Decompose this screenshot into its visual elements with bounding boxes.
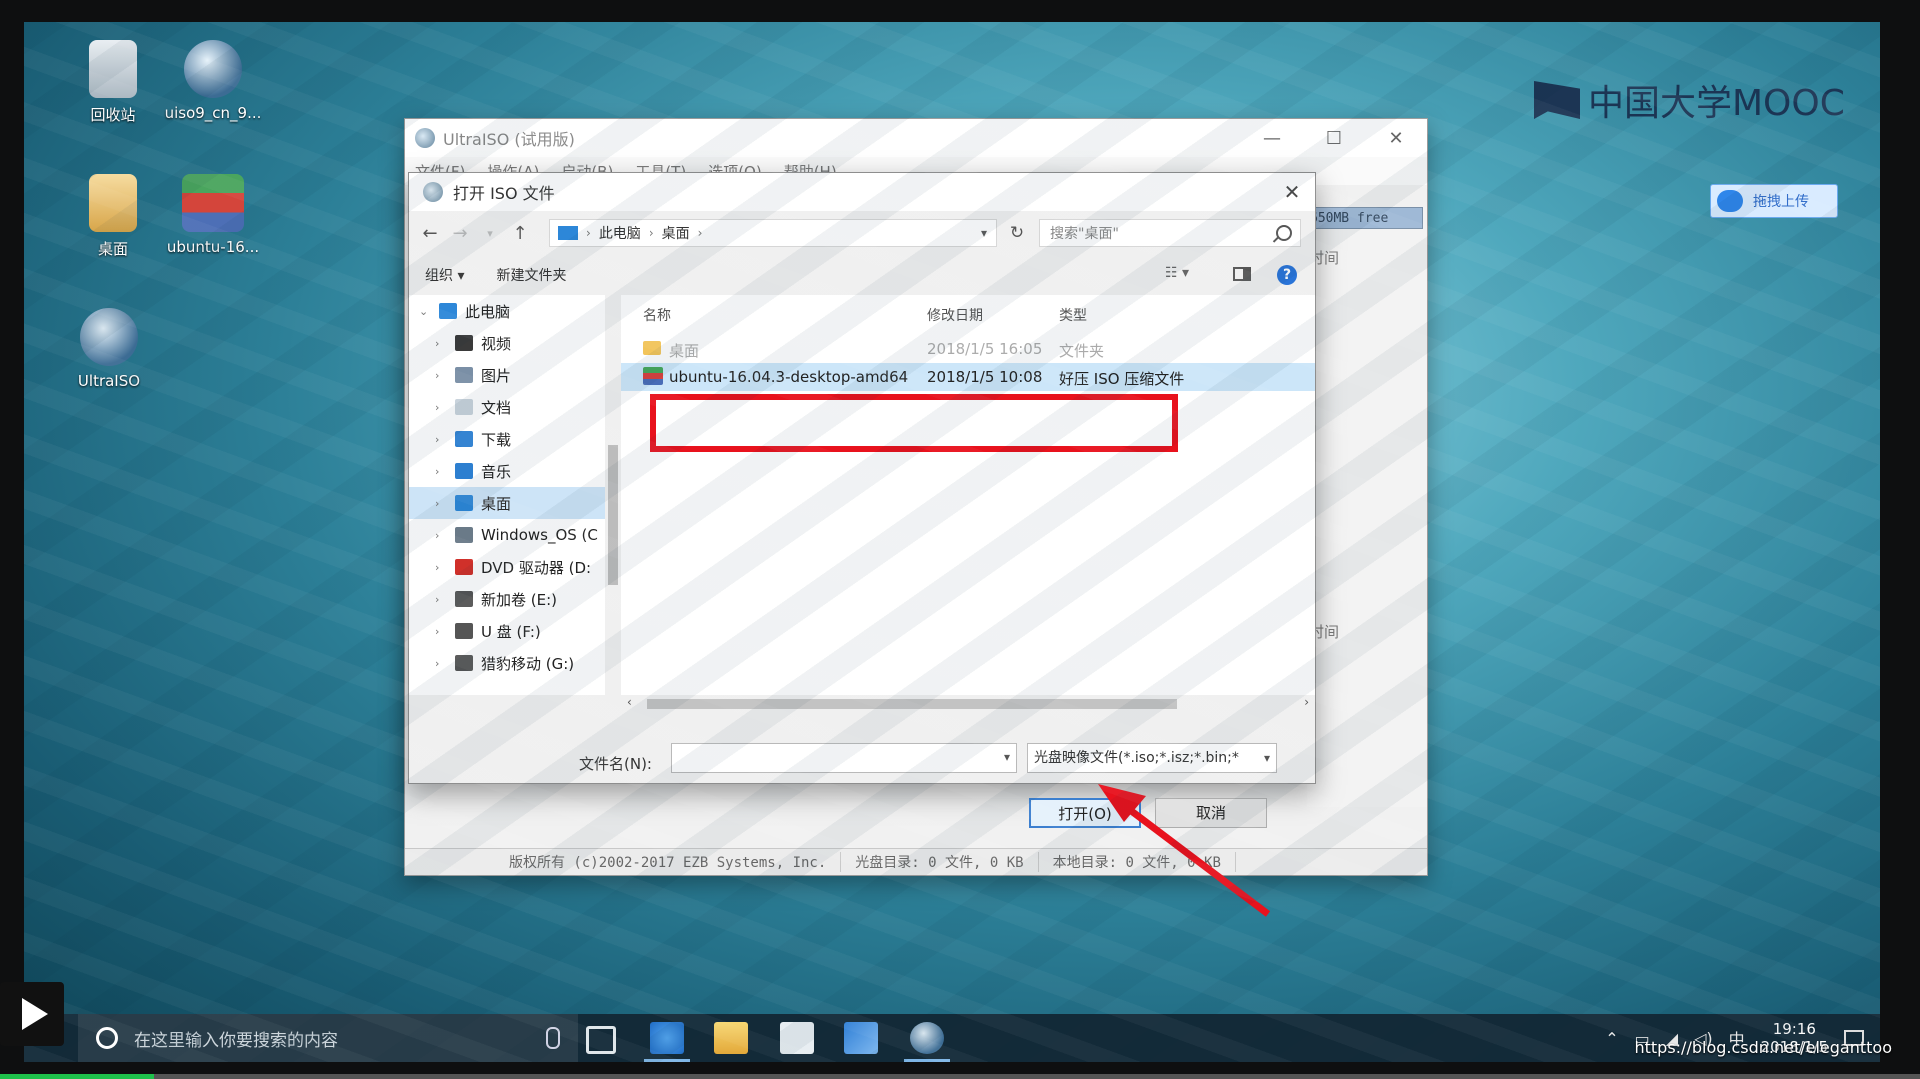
taskbar-search-placeholder: 在这里输入你要搜索的内容: [134, 1030, 338, 1051]
video-progress-bar[interactable]: [0, 1074, 1920, 1079]
chevron-up-icon[interactable]: ⌃: [1605, 1029, 1618, 1048]
microphone-icon[interactable]: [546, 1027, 560, 1049]
cortana-icon: [96, 1027, 118, 1049]
annotation-arrow: [1098, 784, 1271, 917]
ultraiso-taskbar-icon[interactable]: [904, 1022, 950, 1062]
taskbar-search-box[interactable]: 在这里输入你要搜索的内容: [78, 1014, 578, 1062]
store-icon[interactable]: [844, 1022, 878, 1054]
video-progress-fill: [0, 1074, 154, 1079]
monitor-screen: 回收站 uiso9_cn_9... 桌面 ubuntu-16... UltraI…: [24, 22, 1880, 1062]
annotation-arrow-shaft: [1127, 807, 1271, 917]
taskbar: 在这里输入你要搜索的内容 ⌃ ▭ ◢ ◁) 中 19:16 2018/1/5: [24, 1014, 1880, 1062]
mail-icon[interactable]: [780, 1022, 814, 1054]
video-play-button[interactable]: [0, 982, 64, 1046]
task-view-icon[interactable]: [586, 1026, 616, 1054]
clock-time: 19:16: [1772, 1020, 1816, 1038]
watermark: https://blog.csdn.net/eleganttoo: [1634, 1038, 1892, 1057]
file-explorer-icon[interactable]: [714, 1022, 748, 1054]
edge-browser-icon[interactable]: [644, 1022, 690, 1062]
